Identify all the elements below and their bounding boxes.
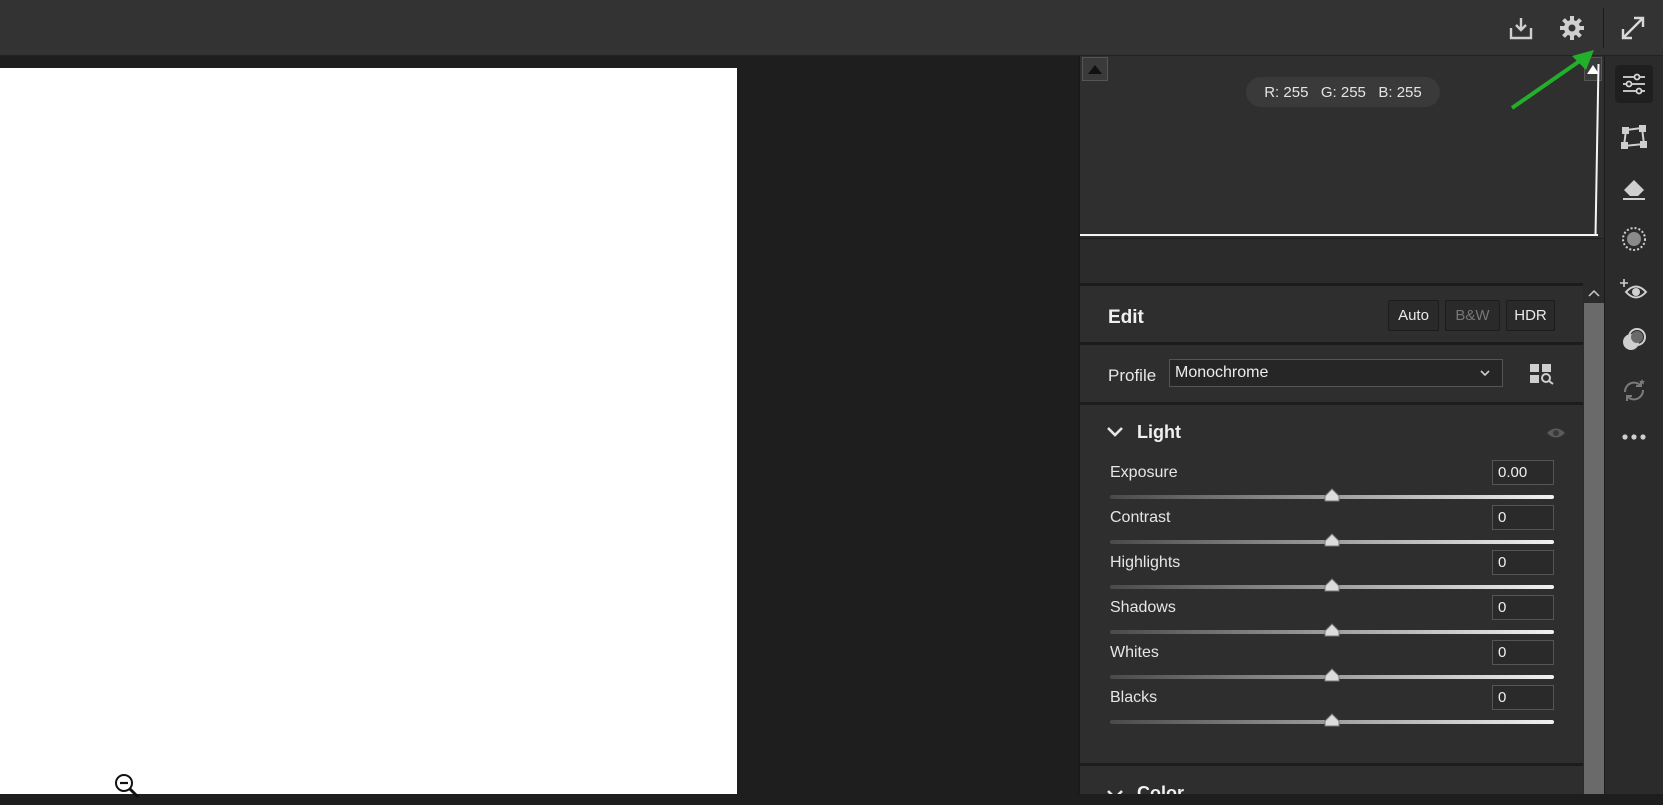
zoom-out-icon [113, 772, 141, 800]
profile-label: Profile [1108, 366, 1157, 385]
profile-value: Monochrome [1175, 364, 1269, 381]
hdr-button[interactable]: HDR [1506, 300, 1555, 331]
presets-icon[interactable] [1615, 321, 1653, 359]
image-canvas[interactable] [0, 56, 1078, 799]
slider-thumb[interactable] [1324, 533, 1340, 547]
slider-shadows[interactable]: Shadows 0 [1110, 595, 1554, 643]
profile-dropdown[interactable]: Monochrome [1169, 359, 1503, 387]
scroll-thumb[interactable] [1584, 303, 1604, 794]
section-divider [1080, 342, 1583, 345]
settings-gear-icon[interactable] [1556, 12, 1588, 44]
redeye-icon[interactable] [1615, 271, 1653, 309]
slider-label: Shadows [1110, 599, 1176, 616]
geometry-crop-icon[interactable] [1615, 118, 1653, 156]
slider-value-field[interactable]: 0 [1492, 550, 1554, 575]
slider-contrast[interactable]: Contrast 0 [1110, 505, 1554, 553]
panel-scrollbar[interactable] [1583, 283, 1604, 794]
section-divider [1080, 763, 1583, 766]
edit-title: Edit [1108, 307, 1144, 328]
photo-preview[interactable] [0, 68, 737, 794]
slider-label: Highlights [1110, 554, 1181, 571]
chevron-down-icon[interactable] [1106, 788, 1124, 794]
blue-value: B: 255 [1378, 83, 1422, 101]
export-icon[interactable] [1505, 12, 1537, 44]
annotation-arrow [1508, 48, 1598, 117]
shadow-clipping-icon[interactable] [1082, 57, 1108, 81]
more-icon[interactable] [1615, 418, 1653, 456]
slider-value-field[interactable]: 0 [1492, 505, 1554, 530]
slider-thumb[interactable] [1324, 623, 1340, 637]
bw-button[interactable]: B&W [1445, 300, 1500, 331]
toolbar-divider [1603, 8, 1604, 48]
slider-highlights[interactable]: Highlights 0 [1110, 550, 1554, 598]
profile-browser-icon[interactable] [1529, 363, 1555, 385]
eraser-heal-icon[interactable] [1615, 169, 1653, 207]
chevron-down-icon [1478, 366, 1492, 385]
auto-button[interactable]: Auto [1388, 300, 1439, 331]
edit-section: Edit Auto B&W HDR Profile Monochrome Lig… [1080, 283, 1583, 794]
edit-panel-container: R: 255 G: 255 B: 255 Edit Auto B&W HDR P… [1078, 56, 1604, 794]
scroll-up-icon[interactable] [1583, 283, 1604, 303]
slider-thumb[interactable] [1324, 713, 1340, 727]
slider-blacks[interactable]: Blacks 0 [1110, 685, 1554, 733]
visibility-eye-icon[interactable] [1546, 426, 1566, 445]
slider-whites[interactable]: Whites 0 [1110, 640, 1554, 688]
slider-label: Exposure [1110, 464, 1178, 481]
section-divider [1080, 283, 1583, 286]
top-toolbar [0, 0, 1663, 56]
slider-thumb[interactable] [1324, 488, 1340, 502]
slider-label: Blacks [1110, 689, 1158, 706]
slider-thumb[interactable] [1324, 578, 1340, 592]
color-section-title[interactable]: Color [1137, 783, 1184, 794]
slider-value-field[interactable]: 0 [1492, 685, 1554, 710]
histogram-footer [1080, 238, 1604, 283]
slider-exposure[interactable]: Exposure 0.00 [1110, 460, 1554, 508]
green-value: G: 255 [1320, 83, 1366, 101]
slider-thumb[interactable] [1324, 668, 1340, 682]
slider-label: Contrast [1110, 509, 1171, 526]
red-value: R: 255 [1264, 83, 1309, 101]
slider-value-field[interactable]: 0 [1492, 640, 1554, 665]
slider-value-field[interactable]: 0.00 [1492, 460, 1554, 485]
light-section-title[interactable]: Light [1137, 422, 1181, 443]
chevron-down-icon[interactable] [1106, 425, 1124, 444]
snapshots-icon[interactable] [1615, 372, 1653, 410]
tool-rail [1604, 56, 1663, 794]
rgb-readout: R: 255 G: 255 B: 255 [1246, 77, 1440, 107]
slider-value-field[interactable]: 0 [1492, 595, 1554, 620]
edit-sliders-icon[interactable] [1615, 65, 1653, 103]
slider-label: Whites [1110, 644, 1159, 661]
mask-icon[interactable] [1615, 220, 1653, 258]
fullscreen-expand-icon[interactable] [1617, 12, 1649, 44]
histogram-baseline [1080, 234, 1598, 236]
section-divider [1080, 402, 1583, 405]
